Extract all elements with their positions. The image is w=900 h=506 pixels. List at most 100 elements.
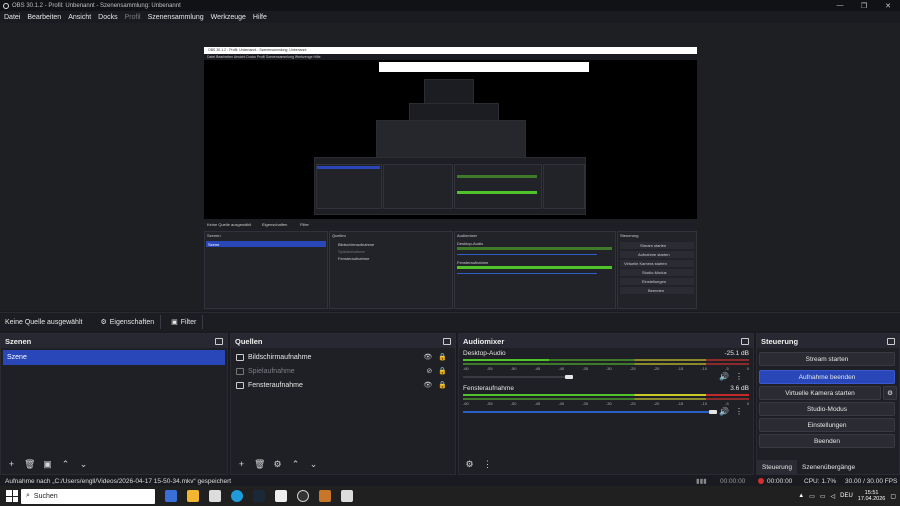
task-view-icon[interactable]: [165, 490, 177, 502]
eye-hidden-icon[interactable]: ⊘: [426, 367, 432, 375]
speaker-icon[interactable]: ◁: [831, 493, 836, 500]
kebab-menu-icon[interactable]: ⋮: [735, 372, 743, 381]
source-properties-button[interactable]: ⚙: [272, 459, 283, 470]
settings-button[interactable]: Einstellungen: [759, 418, 895, 432]
popout-icon[interactable]: [887, 337, 895, 345]
search-box[interactable]: ⌕ Suchen: [21, 488, 155, 504]
scene-item[interactable]: Szene: [3, 350, 225, 365]
studio-mode-button[interactable]: Studio-Modus: [759, 402, 895, 416]
windows-start-icon[interactable]: [6, 490, 18, 502]
source-item[interactable]: Spielaufnahme ⊘ 🔒: [231, 364, 455, 378]
file-explorer-icon[interactable]: [187, 490, 199, 502]
remove-source-button[interactable]: 🗑: [254, 459, 265, 470]
popout-icon[interactable]: [215, 337, 223, 345]
speaker-icon[interactable]: 🔊: [719, 407, 729, 416]
popout-icon[interactable]: [741, 337, 749, 345]
filters-button[interactable]: ▣ Filter: [165, 315, 204, 329]
stream-time: 00:00:00: [720, 477, 746, 485]
store-icon[interactable]: [209, 490, 221, 502]
scenes-toolbar: + 🗑 ▣ ⌃ ⌄: [1, 454, 227, 474]
volume-slider-track[interactable]: [463, 411, 713, 413]
tick: -15: [677, 366, 684, 371]
menu-hilfe[interactable]: Hilfe: [253, 14, 267, 21]
move-down-button[interactable]: ⌄: [78, 459, 89, 470]
taskbar: ⌕ Suchen ▲ ▭ ▭ ◁ DEU 15:51 17.04.2026 ▢: [0, 486, 900, 506]
properties-button[interactable]: ⚙ Eigenschaften: [94, 315, 162, 329]
maximize-button[interactable]: ❐: [852, 0, 876, 11]
clock[interactable]: 15:51 17.04.2026: [858, 490, 886, 503]
notification-icon[interactable]: ▢: [890, 493, 896, 500]
source-item[interactable]: Fensteraufnahme 👁 🔒: [231, 378, 455, 392]
steam-icon[interactable]: [253, 490, 265, 502]
obs-taskbar-icon[interactable]: [297, 490, 309, 502]
menu-profil[interactable]: Profil: [125, 14, 141, 21]
speaker-icon[interactable]: 🔊: [719, 372, 729, 381]
lock-icon[interactable]: 🔒: [438, 367, 447, 375]
gear-icon: ⚙: [100, 319, 107, 326]
network-icon[interactable]: ▭: [820, 493, 826, 500]
start-stream-button[interactable]: Stream starten: [759, 352, 895, 366]
tick: -35: [582, 401, 588, 406]
nested0-btn5: Einstellungen: [620, 278, 694, 285]
chevron-up-icon[interactable]: ▲: [798, 493, 804, 499]
eye-icon[interactable]: 👁: [423, 353, 432, 361]
window-title: OBS 30.1.2 - Profil: Unbenannt - Szenens…: [12, 2, 181, 9]
tick: -60: [463, 401, 469, 406]
nested-props: Eigenschaften: [262, 222, 288, 227]
eye-icon[interactable]: 👁: [423, 381, 432, 389]
lock-icon[interactable]: 🔒: [438, 381, 447, 389]
advanced-audio-icon[interactable]: ⚙: [464, 459, 475, 470]
status-bar: Aufnahme nach „C:/Users/engll/Videos/202…: [0, 476, 900, 486]
scene-filters-button[interactable]: ▣: [42, 459, 53, 470]
unity-icon[interactable]: [341, 490, 353, 502]
stop-recording-button[interactable]: Aufnahme beenden: [759, 370, 895, 384]
channel-name: Desktop-Audio: [463, 350, 506, 357]
app-icon[interactable]: [275, 490, 287, 502]
game-icon[interactable]: [319, 490, 331, 502]
nested0-controls: Steuerung Stream starten Aufnahme starte…: [617, 231, 697, 309]
nested0-desk: Desktop-Audio: [457, 241, 484, 246]
virtual-camera-settings-button[interactable]: ⚙: [883, 386, 897, 400]
tick: 0: [746, 366, 749, 371]
volume-slider-handle[interactable]: [709, 410, 717, 414]
move-up-button[interactable]: ⌃: [60, 459, 71, 470]
tick: -20: [653, 366, 660, 371]
tab-controls[interactable]: Steuerung: [757, 460, 797, 474]
move-down-button[interactable]: ⌄: [308, 459, 319, 470]
minimize-button[interactable]: —: [828, 0, 852, 11]
nested-filter: Filter: [300, 222, 309, 227]
menu-docks[interactable]: Docks: [98, 14, 117, 21]
menu-ansicht[interactable]: Ansicht: [68, 14, 91, 21]
remove-scene-button[interactable]: 🗑: [24, 459, 35, 470]
language-indicator[interactable]: DEU: [840, 493, 853, 499]
start-virtual-camera-button[interactable]: Virtuelle Kamera starten: [759, 386, 881, 400]
tab-scene-transitions[interactable]: Szenenübergänge: [797, 460, 860, 474]
menu-werkzeuge[interactable]: Werkzeuge: [211, 14, 246, 21]
filter-icon: ▣: [171, 319, 178, 326]
exit-button[interactable]: Beenden: [759, 434, 895, 448]
preview-canvas[interactable]: OBS 30.1.2 - Profil: Unbenannt - Szenens…: [204, 47, 697, 329]
gear-icon: ⚙: [887, 390, 893, 397]
menu-datei[interactable]: Datei: [4, 14, 20, 21]
volume-slider-handle[interactable]: [565, 375, 573, 379]
edge-icon[interactable]: [231, 490, 243, 502]
scenes-header: Szenen: [1, 334, 227, 348]
popout-icon[interactable]: [443, 337, 451, 345]
menu-bearbeiten[interactable]: Bearbeiten: [27, 14, 61, 21]
nested0-mixer: Audiomixer Desktop-Audio Fensteraufnahme: [454, 231, 616, 309]
mixer-channel: Desktop-Audio -25.1 dB -60 -55 -50 -45 -40 -35…: [459, 348, 753, 383]
folder-icon[interactable]: ▭: [809, 493, 815, 500]
kebab-menu-icon[interactable]: ⋮: [735, 407, 743, 416]
volume-slider-track[interactable]: [463, 376, 567, 378]
move-up-button[interactable]: ⌃: [290, 459, 301, 470]
lock-icon[interactable]: 🔒: [438, 353, 447, 361]
mixer-menu-icon[interactable]: ⋮: [482, 459, 493, 470]
menu-szenensammlung[interactable]: Szenensammlung: [148, 14, 204, 21]
source-item[interactable]: Bildschirmaufnahme 👁 🔒: [231, 350, 455, 364]
preview-area[interactable]: OBS 30.1.2 - Profil: Unbenannt - Szenens…: [0, 23, 900, 329]
source-label: Spielaufnahme: [248, 367, 295, 375]
add-source-button[interactable]: +: [236, 459, 247, 469]
source-toolbar: Keine Quelle ausgewählt ⚙ Eigenschaften ▣…: [0, 312, 900, 331]
add-scene-button[interactable]: +: [6, 459, 17, 469]
close-button[interactable]: ✕: [876, 0, 900, 11]
